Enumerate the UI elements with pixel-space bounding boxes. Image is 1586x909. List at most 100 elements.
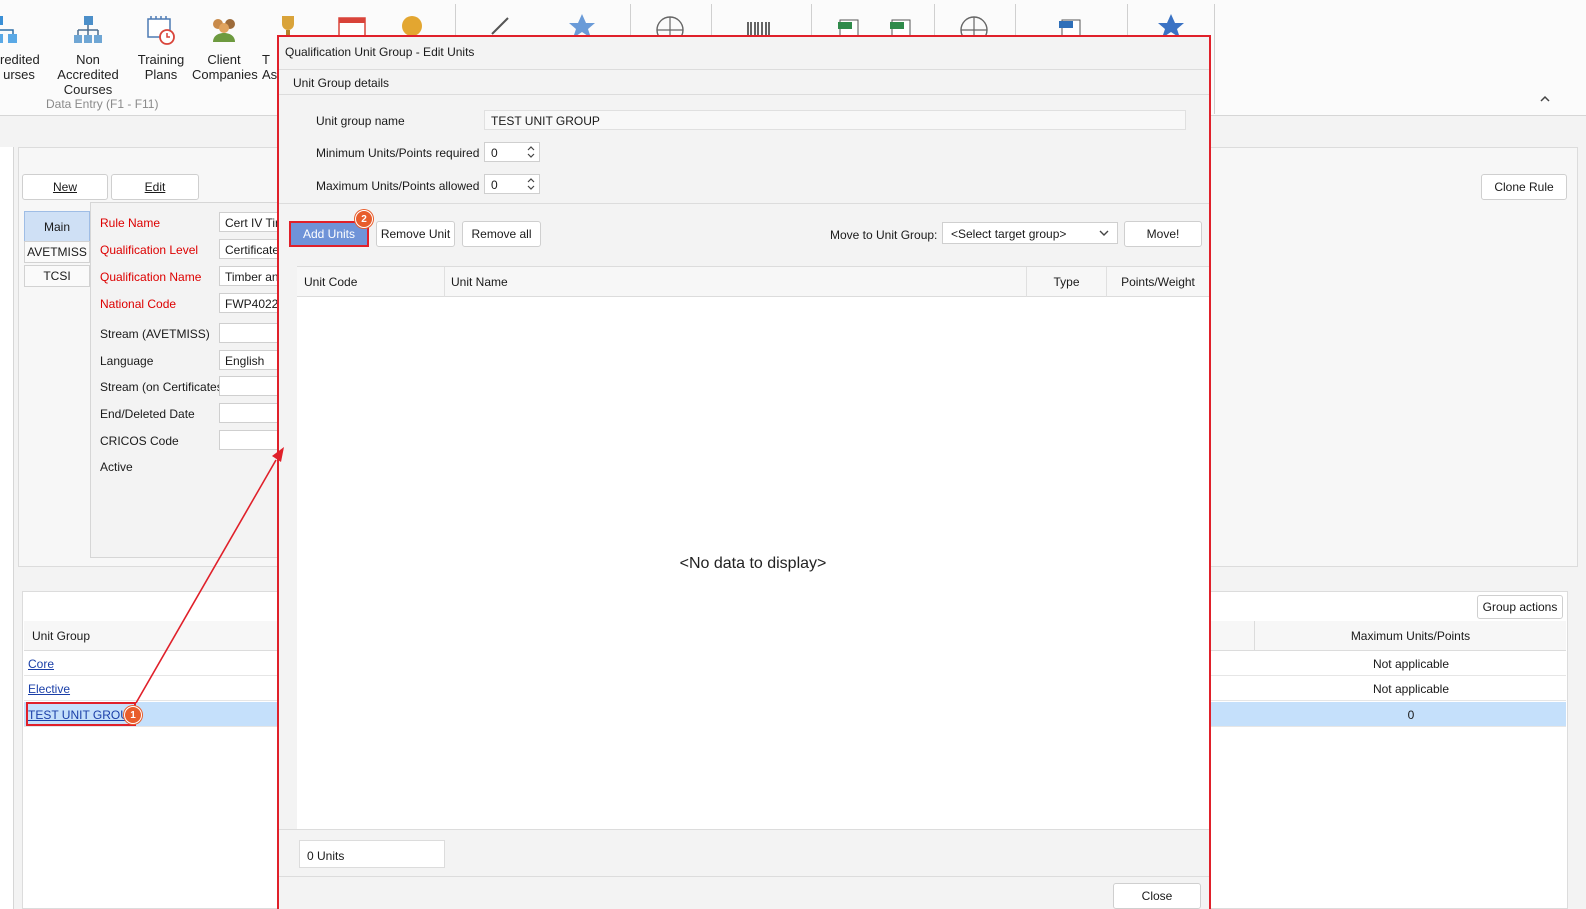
ribbon-separator [455, 4, 456, 36]
ribbon-item-label-line1: T [262, 52, 270, 67]
column-header-label: Unit Group [32, 628, 91, 643]
column-header-unit-name[interactable]: Unit Name [445, 267, 1027, 297]
move-button-label: Move! [1146, 227, 1180, 241]
clone-rule-label: Clone Rule [1494, 180, 1554, 194]
tab-avetmiss[interactable]: AVETMISS [24, 241, 90, 263]
coin-icon [402, 16, 422, 36]
users-group-icon [213, 19, 235, 42]
dialog-footer: 0 Units Close [279, 829, 1209, 909]
dialog-title: Qualification Unit Group - Edit Units [285, 45, 475, 59]
remove-unit-button[interactable]: Remove Unit [376, 221, 455, 247]
qualification-name-input[interactable]: Timber and [219, 266, 283, 286]
barcode-icon [747, 22, 770, 36]
ribbon-separator [630, 4, 631, 36]
tab-label: TCSI [43, 269, 71, 283]
cricos-code-input[interactable] [219, 430, 283, 450]
target-group-select[interactable]: <Select target group> [942, 222, 1118, 244]
ribbon-training-plans-button[interactable]: Training Plans [136, 14, 186, 82]
globe-icon [960, 16, 988, 36]
remove-unit-label: Remove Unit [380, 227, 451, 241]
divider [279, 876, 1209, 877]
ribbon-item-label-line2: As [262, 67, 278, 82]
unit-group-name-input[interactable]: TEST UNIT GROUP [484, 110, 1186, 130]
group-actions-label: Group actions [1482, 600, 1558, 614]
globe-icon [656, 16, 684, 36]
move-to-group-label: Move to Unit Group: [830, 228, 938, 242]
ribbon-separator [934, 4, 935, 36]
unit-group-link-elective[interactable]: Elective [28, 682, 70, 696]
ribbon-item-label-line1: redited [0, 52, 40, 67]
step-badge-1: 1 [124, 706, 142, 724]
ribbon-client-companies-button[interactable]: Client Companies [192, 14, 258, 82]
highlight-box-test-unit-group [26, 702, 136, 726]
ribbon-separator [811, 4, 812, 36]
new-button[interactable]: New [22, 174, 108, 200]
maximum-units-stepper[interactable]: 0 [484, 174, 540, 194]
add-units-label: Add Units [302, 227, 356, 241]
max-units-value: Not applicable [1372, 657, 1450, 671]
max-units-value: Not applicable [1372, 682, 1450, 696]
qualification-level-label: Qualification Level [100, 243, 199, 257]
end-deleted-date-input[interactable] [219, 403, 283, 423]
step-badge-2: 2 [355, 210, 373, 228]
cricos-code-label: CRICOS Code [100, 434, 179, 448]
ribbon-non-accredited-courses-button[interactable]: Non Accredited Courses [46, 14, 130, 97]
national-code-label: National Code [100, 297, 177, 311]
spinner-arrows-icon[interactable] [526, 145, 536, 159]
stream-certificates-input[interactable] [219, 376, 283, 396]
ribbon-accredited-courses-button[interactable]: redited urses [0, 14, 40, 82]
ribbon-item-label-line1: Training [137, 52, 185, 67]
stream-avetmiss-label: Stream (AVETMISS) [100, 327, 210, 341]
unit-group-link-core[interactable]: Core [28, 657, 54, 671]
spinner-arrows-icon[interactable] [526, 177, 536, 191]
column-header-label: Unit Code [304, 274, 358, 289]
qualification-name-label: Qualification Name [100, 270, 202, 284]
ribbon-item-label-line2: Plans [144, 67, 178, 82]
minimum-units-value: 0 [491, 146, 498, 160]
column-header-label: Type [1053, 274, 1080, 289]
minimum-units-stepper[interactable]: 0 [484, 142, 540, 162]
group-actions-button[interactable]: Group actions [1477, 595, 1563, 619]
ribbon-item-label-line1: Non Accredited [57, 52, 119, 82]
qualification-level-input[interactable]: Certificate [219, 239, 283, 259]
column-header-type[interactable]: Type [1027, 267, 1107, 297]
ribbon-assessments-button[interactable]: T As [262, 14, 294, 82]
national-code-input[interactable]: FWP40222 [219, 293, 283, 313]
language-label: Language [100, 354, 154, 368]
clone-rule-button[interactable]: Clone Rule [1481, 174, 1567, 200]
rule-name-input[interactable]: Cert IV Tim [219, 212, 283, 232]
edit-units-dialog: Qualification Unit Group - Edit Units Un… [277, 35, 1211, 909]
column-header-maximum-units[interactable]: Maximum Units/Points [1254, 621, 1566, 651]
edit-button[interactable]: Edit [111, 174, 199, 200]
tab-main[interactable]: Main [24, 211, 90, 243]
calendar-icon [338, 17, 366, 36]
target-group-value: <Select target group> [951, 227, 1067, 241]
move-button[interactable]: Move! [1124, 221, 1202, 247]
star-icon [569, 14, 595, 36]
network-tree-icon [0, 16, 17, 43]
ribbon-group-caption: Data Entry (F1 - F11) [46, 97, 159, 111]
language-input[interactable]: English [219, 350, 283, 370]
maximum-units-label: Maximum Units/Points allowed [316, 179, 480, 193]
column-header-label: Maximum Units/Points [1350, 628, 1471, 643]
txt-file-icon [890, 19, 911, 36]
stream-avetmiss-input[interactable] [219, 323, 283, 343]
star-icon [1158, 14, 1184, 36]
rule-name-label: Rule Name [100, 216, 161, 230]
tab-tcsi[interactable]: TCSI [24, 265, 90, 287]
column-header-label: Points/Weight [1121, 274, 1195, 289]
max-units-value: 0 [1407, 708, 1415, 722]
empty-state-text: <No data to display> [679, 555, 827, 572]
tab-label: Main [43, 220, 70, 234]
close-button[interactable]: Close [1113, 883, 1201, 909]
column-header-unit-code[interactable]: Unit Code [297, 267, 445, 297]
remove-all-button[interactable]: Remove all [462, 221, 541, 247]
units-table: Unit Code Unit Name Type Points/Weight <… [297, 266, 1209, 829]
minimum-units-label: Minimum Units/Points required [316, 146, 480, 160]
ribbon-separator [1127, 4, 1128, 36]
new-button-label: New [52, 180, 77, 194]
chevron-up-icon[interactable] [1538, 92, 1552, 106]
end-deleted-date-label: End/Deleted Date [100, 407, 195, 421]
maximum-units-value: 0 [491, 178, 498, 192]
column-header-points-weight[interactable]: Points/Weight [1107, 267, 1209, 297]
